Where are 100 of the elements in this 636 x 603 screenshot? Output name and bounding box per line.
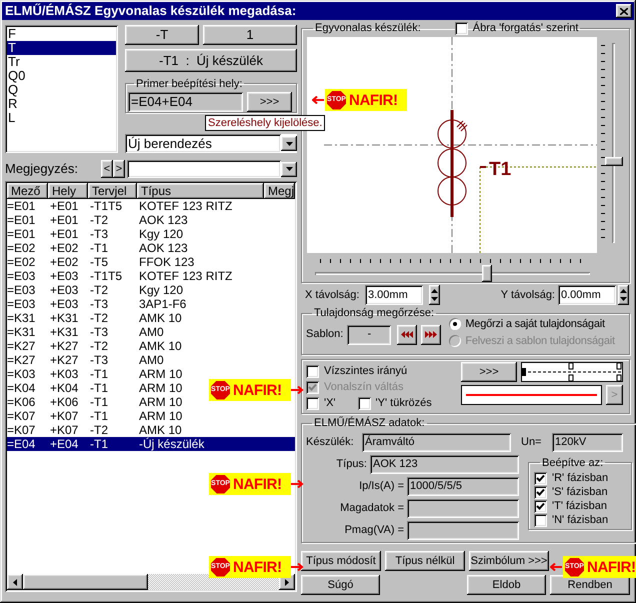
column-header[interactable]: Hely — [48, 183, 88, 199]
table-cell-text: -T1T5 — [89, 269, 124, 283]
checkbox[interactable] — [358, 396, 371, 410]
data-field[interactable]: AOK 123 — [370, 455, 519, 474]
select-location-button[interactable]: >>> — [247, 92, 292, 112]
table-cell-text: -T5 — [89, 255, 109, 269]
table-cell-text: AOK 123 — [138, 241, 188, 255]
column-header[interactable]: Tervjel — [88, 183, 137, 199]
help-button[interactable]: Súgó — [301, 575, 380, 595]
table-cell-text: =E01 — [7, 199, 36, 213]
y-distance-field[interactable]: 0.00mm — [558, 285, 616, 305]
spin-button[interactable] — [618, 285, 629, 305]
scroll-thumb[interactable] — [23, 574, 148, 590]
action-button[interactable]: Típus nélkül — [385, 551, 465, 571]
action-button[interactable]: Típus módosít — [301, 551, 381, 571]
table-cell-text: =K04 — [7, 381, 36, 395]
table-row[interactable]: =K27 +K27 -T3 AM0 — [7, 353, 164, 367]
line-style-button[interactable]: >>> — [461, 362, 517, 382]
table-row[interactable]: =E03 +E03 -T2 Kgy 120 — [7, 283, 184, 297]
radio-label: Megőrzi a saját tulajdonságait — [465, 316, 605, 332]
spin-arrows-icon — [431, 288, 438, 302]
table-row[interactable]: =E04 +E04 -T1 -Új készülék — [7, 437, 295, 451]
x-distance-field[interactable]: 3.00mm — [365, 285, 423, 305]
table-cell-text: Kgy 120 — [138, 227, 184, 241]
radio-button[interactable] — [449, 318, 462, 330]
checkbox[interactable] — [534, 472, 547, 484]
slider-thumb[interactable] — [482, 264, 492, 282]
spin-button[interactable] — [429, 285, 440, 305]
device-dropdown[interactable]: Új berendezés — [125, 134, 281, 153]
table-row[interactable]: =K07 +K07 -T1 ARM 10 — [7, 409, 182, 423]
list-item[interactable]: F — [7, 27, 116, 41]
column-header[interactable]: Típus — [137, 183, 264, 199]
table-cell-text: -T1 — [89, 381, 109, 395]
list-item[interactable]: T — [7, 41, 116, 55]
voltage-field[interactable]: 120kV — [552, 433, 623, 452]
checkbox[interactable] — [534, 500, 547, 512]
device-button[interactable]: -T1 : Új készülék — [125, 49, 297, 72]
device-field[interactable]: Áramváltó — [362, 433, 511, 452]
table-cell-text: -T2 — [89, 423, 109, 437]
table-row[interactable]: =K06 +K06 -T1 ARM 10 — [7, 395, 182, 409]
table-cell-text: ARM 10 — [138, 409, 182, 423]
template-field[interactable]: - — [347, 324, 392, 344]
table-cell-text: ARM 10 — [138, 367, 182, 381]
previous-template-button[interactable] — [397, 324, 418, 344]
slider-thumb[interactable] — [605, 156, 623, 166]
table-row[interactable]: =K31 +K31 -T3 AM0 — [7, 325, 164, 339]
list-item[interactable]: L — [7, 111, 116, 125]
line-color-swatch[interactable] — [461, 385, 602, 405]
table-cell-text: +K03 — [49, 367, 80, 381]
checkbox[interactable] — [306, 364, 319, 378]
data-field[interactable]: 1000/5/5/5 — [407, 477, 519, 496]
table-row[interactable]: =K31 +K31 -T2 AMK 10 — [7, 311, 182, 325]
table-cell-text: =K03 — [7, 367, 36, 381]
data-field[interactable] — [407, 499, 519, 518]
table-cell-text: =K07 — [7, 409, 36, 423]
location-field[interactable]: =E04+E04 — [128, 92, 243, 112]
list-item[interactable]: Q — [7, 83, 116, 97]
checkbox-label: 'Y' tükrözés — [376, 396, 432, 411]
checkbox[interactable] — [534, 486, 547, 498]
horizontal-scrollbar[interactable] — [7, 574, 295, 590]
list-item[interactable]: Q0 — [7, 69, 116, 83]
table-row[interactable]: =E01 +E01 -T2 AOK 123 — [7, 213, 188, 227]
group-title: Tulajdonság megőrzése: — [313, 306, 436, 321]
table-row[interactable]: =E01 +E01 -T1T5 KOTEF 123 RITZ — [7, 199, 232, 213]
column-header[interactable]: Megj — [264, 183, 295, 199]
table-cell-text: AMK 10 — [138, 339, 182, 353]
table-cell-text: -T2 — [89, 339, 109, 353]
table-row[interactable]: =K04 +K04 -T1 ARM 10 — [7, 381, 182, 395]
dropdown-button[interactable] — [281, 162, 297, 176]
table-row[interactable]: =E03 +E03 -T1T5 KOTEF 123 RITZ — [7, 269, 232, 283]
previous-button[interactable]: < — [101, 160, 113, 178]
checkbox-label: 'R' fázisban — [552, 470, 608, 486]
table-row[interactable]: =E02 +E02 -T1 AOK 123 — [7, 241, 188, 255]
table-row[interactable]: =E02 +E02 -T5 FFOK 123 — [7, 255, 194, 269]
table-cell-text: AMK 10 — [138, 311, 182, 325]
next-template-button[interactable] — [421, 324, 442, 344]
table-row[interactable]: =K07 +K07 -T2 AMK 10 — [7, 423, 182, 437]
column-header[interactable]: Mező — [7, 183, 48, 199]
prefix-button[interactable]: -T — [125, 25, 199, 45]
table-row[interactable]: =K03 +K03 -T1 ARM 10 — [7, 367, 182, 381]
table-row[interactable]: =E01 +E01 -T3 Kgy 120 — [7, 227, 184, 241]
data-field[interactable] — [407, 521, 519, 540]
table-cell-text: +K04 — [49, 381, 80, 395]
list-item[interactable]: R — [7, 97, 116, 111]
close-button[interactable] — [616, 4, 632, 18]
scroll-left-button[interactable] — [7, 574, 23, 590]
checkbox[interactable] — [454, 22, 468, 35]
cancel-button[interactable]: Eldob — [467, 575, 546, 595]
list-item[interactable]: Tr — [7, 55, 116, 69]
table-row[interactable]: =K27 +K27 -T2 AMK 10 — [7, 339, 182, 353]
dropdown-button[interactable] — [281, 136, 297, 151]
remark-field[interactable] — [127, 160, 281, 178]
field-label: Y távolság: — [500, 288, 555, 303]
checkbox[interactable] — [534, 514, 547, 526]
checkbox[interactable] — [306, 396, 319, 410]
next-button[interactable]: > — [113, 160, 125, 178]
table-row[interactable]: =E03 +E03 -T3 3AP1-F6 — [7, 297, 186, 311]
action-button[interactable]: Szimbólum >>> — [469, 551, 549, 571]
number-button[interactable]: 1 — [203, 25, 297, 45]
label-tick — [480, 166, 486, 168]
